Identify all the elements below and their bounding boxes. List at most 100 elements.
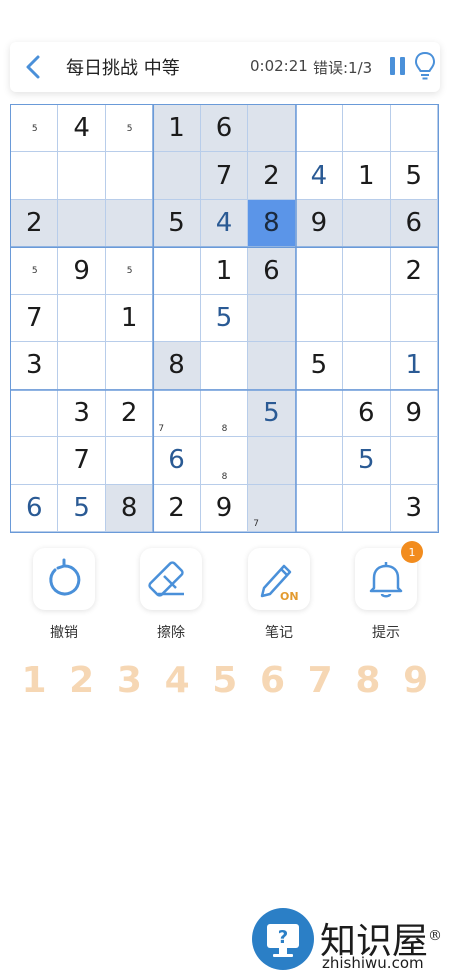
sudoku-cell[interactable] xyxy=(248,105,296,153)
sudoku-cell[interactable] xyxy=(11,437,59,485)
numpad-digit-9[interactable]: 9 xyxy=(392,660,440,701)
sudoku-cell[interactable] xyxy=(58,199,106,248)
sudoku-cell[interactable] xyxy=(153,152,201,200)
sudoku-cell[interactable]: 7 xyxy=(153,389,201,438)
sudoku-cell[interactable] xyxy=(105,437,154,485)
sudoku-cell[interactable]: 8 xyxy=(153,342,201,390)
sudoku-cell[interactable] xyxy=(343,247,391,295)
sudoku-cell[interactable] xyxy=(58,294,106,343)
sudoku-cell[interactable]: 7 xyxy=(248,484,296,532)
sudoku-cell[interactable] xyxy=(295,484,344,532)
sudoku-cell[interactable]: 5 xyxy=(105,105,154,153)
sudoku-cell[interactable]: 6 xyxy=(153,437,201,485)
sudoku-cell[interactable] xyxy=(248,294,296,343)
sudoku-cell[interactable]: 9 xyxy=(295,199,344,248)
cell-digit: 2 xyxy=(25,208,43,239)
sudoku-cell[interactable]: 5 xyxy=(11,105,59,153)
numpad-digit-8[interactable]: 8 xyxy=(344,660,392,701)
sudoku-cell[interactable] xyxy=(390,294,438,343)
cell-digit: 5 xyxy=(358,445,375,476)
numpad-digit-4[interactable]: 4 xyxy=(153,660,201,701)
sudoku-cell[interactable]: 8 xyxy=(105,484,154,532)
sudoku-cell[interactable]: 6 xyxy=(248,247,296,295)
sudoku-cell[interactable]: 8 xyxy=(200,437,249,485)
lightbulb-button[interactable] xyxy=(413,51,437,81)
sudoku-cell[interactable] xyxy=(248,437,296,485)
sudoku-cell[interactable]: 1 xyxy=(105,294,154,343)
sudoku-cell[interactable]: 2 xyxy=(11,199,59,248)
sudoku-cell[interactable]: 1 xyxy=(153,105,201,153)
sudoku-cell[interactable] xyxy=(105,152,154,200)
sudoku-cell[interactable]: 3 xyxy=(11,342,59,390)
numpad-digit-5[interactable]: 5 xyxy=(201,660,249,701)
sudoku-cell[interactable]: 9 xyxy=(58,247,106,295)
sudoku-cell[interactable] xyxy=(295,437,344,485)
sudoku-cell[interactable] xyxy=(343,342,391,390)
sudoku-cell[interactable]: 8 xyxy=(248,199,296,248)
sudoku-cell[interactable] xyxy=(58,342,106,390)
sudoku-cell[interactable]: 1 xyxy=(200,247,249,295)
sudoku-cell[interactable] xyxy=(295,294,344,343)
numpad-digit-3[interactable]: 3 xyxy=(105,660,153,701)
sudoku-cell[interactable]: 7 xyxy=(11,294,59,343)
sudoku-cell[interactable]: 3 xyxy=(390,484,438,532)
sudoku-cell[interactable]: 2 xyxy=(105,389,154,438)
sudoku-cell[interactable]: 3 xyxy=(58,389,106,438)
sudoku-cell[interactable] xyxy=(390,437,438,485)
sudoku-cell[interactable]: 6 xyxy=(390,199,438,248)
sudoku-cell[interactable]: 5 xyxy=(105,247,154,295)
erase-button[interactable] xyxy=(140,548,202,610)
undo-button[interactable] xyxy=(33,548,95,610)
sudoku-cell[interactable]: 6 xyxy=(343,389,391,438)
sudoku-cell[interactable] xyxy=(11,389,59,438)
sudoku-cell[interactable]: 2 xyxy=(390,247,438,295)
sudoku-cell[interactable]: 2 xyxy=(153,484,201,532)
sudoku-cell[interactable]: 5 xyxy=(153,199,201,248)
sudoku-cell[interactable] xyxy=(343,105,391,153)
cell-digit: 7 xyxy=(215,160,233,191)
sudoku-cell[interactable] xyxy=(105,199,154,248)
numpad-digit-7[interactable]: 7 xyxy=(296,660,344,701)
numpad-digit-6[interactable]: 6 xyxy=(249,660,297,701)
sudoku-cell[interactable] xyxy=(390,105,438,153)
sudoku-cell[interactable] xyxy=(11,152,59,200)
sudoku-cell[interactable]: 7 xyxy=(58,437,106,485)
sudoku-cell[interactable]: 1 xyxy=(343,152,391,200)
notes-button[interactable]: ON xyxy=(248,548,310,610)
sudoku-cell[interactable] xyxy=(248,342,296,390)
back-button[interactable] xyxy=(22,54,46,80)
sudoku-cell[interactable] xyxy=(105,342,154,390)
numpad-digit-2[interactable]: 2 xyxy=(58,660,106,701)
sudoku-cell[interactable]: 5 xyxy=(248,389,296,438)
sudoku-cell[interactable]: 5 xyxy=(11,247,59,295)
sudoku-cell[interactable]: 8 xyxy=(200,389,249,438)
sudoku-cell[interactable]: 7 xyxy=(200,152,249,200)
sudoku-cell[interactable]: 5 xyxy=(390,152,438,200)
sudoku-cell[interactable]: 6 xyxy=(200,105,249,153)
sudoku-cell[interactable] xyxy=(200,342,249,390)
sudoku-cell[interactable]: 9 xyxy=(390,389,438,438)
sudoku-cell[interactable]: 1 xyxy=(390,342,438,390)
sudoku-cell[interactable]: 5 xyxy=(295,342,344,390)
sudoku-cell[interactable]: 4 xyxy=(200,199,249,248)
cell-digit: 5 xyxy=(168,208,185,239)
sudoku-cell[interactable] xyxy=(295,105,344,153)
sudoku-cell[interactable]: 5 xyxy=(200,294,249,343)
sudoku-cell[interactable] xyxy=(295,389,344,438)
sudoku-cell[interactable]: 4 xyxy=(58,105,106,153)
sudoku-cell[interactable] xyxy=(153,294,201,343)
sudoku-cell[interactable] xyxy=(343,199,391,248)
sudoku-cell[interactable] xyxy=(295,247,344,295)
sudoku-cell[interactable]: 5 xyxy=(58,484,106,532)
sudoku-cell[interactable]: 4 xyxy=(295,152,344,200)
numpad-digit-1[interactable]: 1 xyxy=(10,660,58,701)
sudoku-cell[interactable] xyxy=(153,247,201,295)
sudoku-cell[interactable] xyxy=(343,484,391,532)
sudoku-cell[interactable]: 6 xyxy=(11,484,59,532)
sudoku-cell[interactable] xyxy=(58,152,106,200)
sudoku-cell[interactable]: 5 xyxy=(343,437,391,485)
sudoku-cell[interactable]: 9 xyxy=(200,484,249,532)
sudoku-cell[interactable]: 2 xyxy=(248,152,296,200)
pause-button[interactable] xyxy=(388,55,408,77)
sudoku-cell[interactable] xyxy=(343,294,391,343)
